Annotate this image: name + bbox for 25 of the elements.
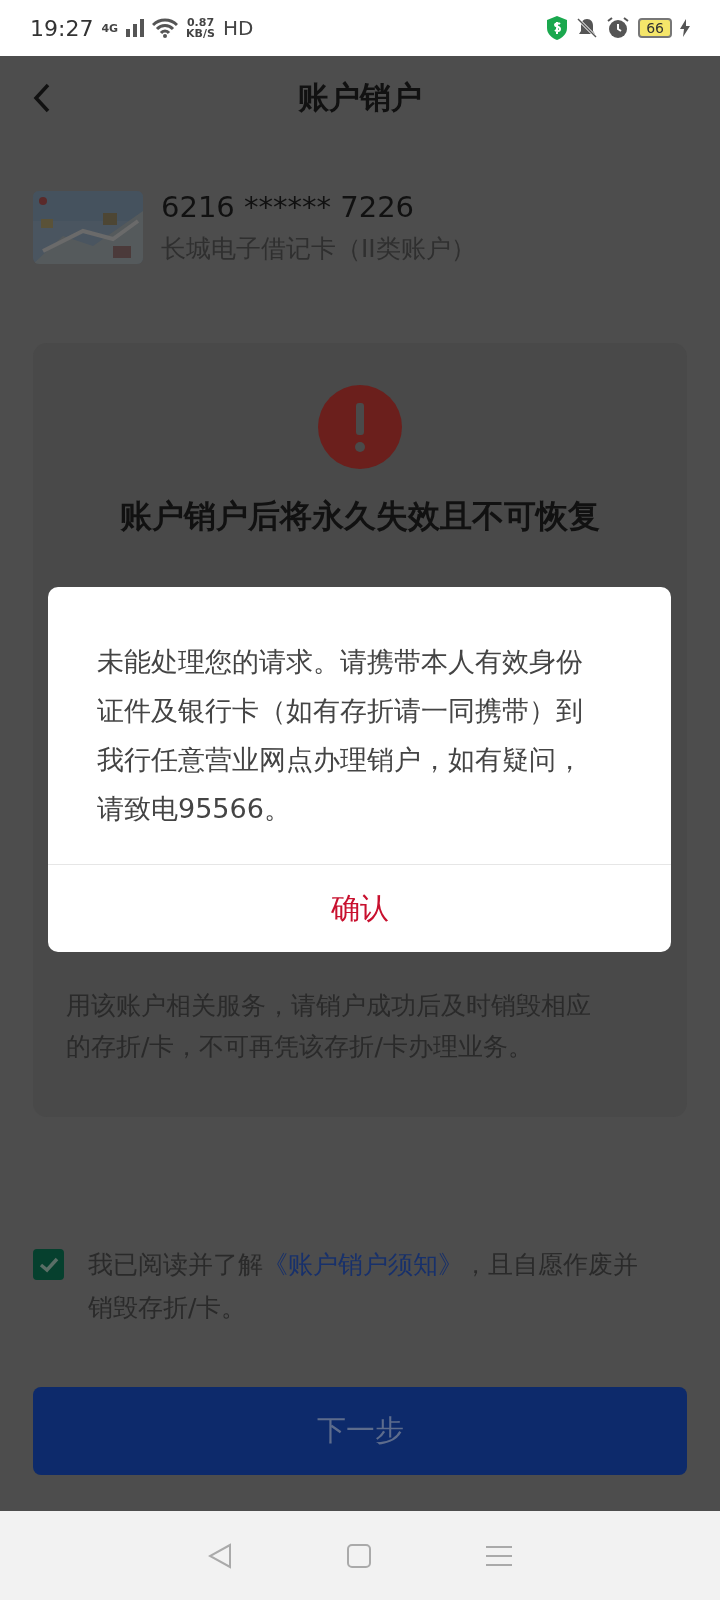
account-number: 6216 ****** 7226 (161, 190, 416, 224)
back-nav-icon[interactable] (207, 1542, 232, 1569)
next-button[interactable]: 下一步 (33, 1387, 687, 1475)
status-time: 19:27 (30, 15, 94, 41)
dialog-message: 未能处理您的请求。请携带本人有效身份证件及银行卡（如有存折请一同携带）到我行任意营业网点办理销户，如有疑问，请致电95566。 (96, 645, 584, 826)
confirm-button[interactable]: 确认 (48, 864, 671, 952)
network-type: 4G (101, 22, 119, 34)
network-speed: 0.87 (186, 17, 215, 28)
page-title: 账户销户 (298, 78, 422, 117)
hd-label: HD (222, 16, 254, 40)
charging-icon (680, 19, 690, 37)
back-icon[interactable] (32, 82, 52, 114)
wifi-icon (152, 18, 179, 38)
battery-level: 66 (638, 18, 672, 38)
alarm-icon (606, 16, 631, 40)
shield-icon (546, 15, 569, 41)
menu-nav-icon[interactable] (486, 1544, 513, 1567)
bell-off-icon (576, 17, 599, 39)
warning-icon (318, 385, 402, 469)
home-nav-icon[interactable] (347, 1543, 371, 1568)
warning-title: 账户销户后将永久失效且不可恢复 (120, 496, 600, 537)
check-icon (38, 1256, 59, 1273)
agree-checkbox[interactable] (33, 1249, 64, 1280)
speed-unit: KB/S (186, 28, 215, 39)
signal-icon (126, 19, 145, 37)
